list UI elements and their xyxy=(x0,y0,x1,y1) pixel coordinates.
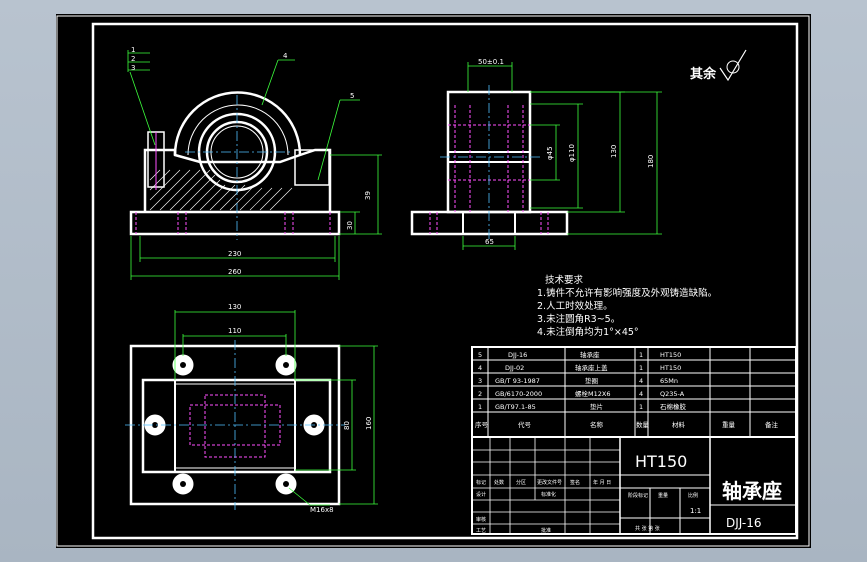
surface-note-label: 其余 xyxy=(690,66,717,82)
balloon-1: 1 xyxy=(131,46,135,54)
tech-item-4: 4.未注倒角均为1°×45° xyxy=(537,326,639,338)
bom-row-4-material: Q235-A xyxy=(660,390,685,398)
bom-row-2-code: DJJ-02 xyxy=(505,364,524,372)
bom-row-5-name: 垫片 xyxy=(590,402,603,411)
dim-260: 260 xyxy=(228,268,241,276)
bom-row-1-material: HT150 xyxy=(660,351,681,359)
bom-row-2-qty: 1 xyxy=(639,364,643,372)
tb-label-4: 签名 xyxy=(570,479,580,486)
tb-sheet: 共 张 第 张 xyxy=(635,525,660,532)
dim-39: 39 xyxy=(364,191,372,200)
title-material: HT150 xyxy=(635,452,687,471)
tb-weight: 重量 xyxy=(658,492,668,499)
bom-row-5-code: GB/T97.1-85 xyxy=(495,403,536,411)
title-drawing-no: DJJ-16 xyxy=(726,516,762,530)
thread-label: M16x8 xyxy=(310,506,334,514)
tb-label-3: 更改文件号 xyxy=(537,479,562,486)
tech-item-2: 2.人工时效处理。 xyxy=(537,300,613,312)
front-view xyxy=(129,91,341,240)
tb-scale-label: 比例 xyxy=(688,492,698,499)
tb-row2-0: 设计 xyxy=(476,491,486,498)
bom-row-5-no: 1 xyxy=(478,403,482,411)
bom-header-remark: 备注 xyxy=(765,420,779,429)
bom-header-name: 名称 xyxy=(590,420,604,429)
bom-row-1-no: 5 xyxy=(478,351,482,359)
roughness-symbol-icon xyxy=(719,49,747,82)
top-view-labels: 130 110 80 160 M16x8 xyxy=(228,303,373,514)
side-view xyxy=(410,85,569,240)
bom-row-2-name: 轴承座上盖 xyxy=(575,363,608,372)
bom-row-3-qty: 4 xyxy=(639,377,643,385)
bom-text: 5 DJJ-16 轴承座 1 HT150 4 DJJ-02 轴承座上盖 1 HT… xyxy=(475,350,779,429)
dim-180: 180 xyxy=(647,155,655,168)
bom-row-1-code: DJJ-16 xyxy=(508,351,527,359)
title-scale: 1:1 xyxy=(690,507,701,515)
bom-row-4-name: 螺栓M12X6 xyxy=(575,389,610,398)
bom-row-5-material: 石棉橡胶 xyxy=(660,402,687,411)
dim-230: 230 xyxy=(228,250,241,258)
bom-row-4-qty: 4 xyxy=(639,390,643,398)
bom-header-weight: 重量 xyxy=(722,421,736,429)
front-view-dimensions xyxy=(127,50,382,280)
bom-row-2-material: HT150 xyxy=(660,364,681,372)
top-view xyxy=(125,340,345,510)
outer-frame xyxy=(56,15,810,547)
balloon-3: 3 xyxy=(131,64,135,72)
bom-header-qty: 数量 xyxy=(636,420,650,429)
side-view-dimensions xyxy=(462,62,662,250)
bom-row-2-no: 4 xyxy=(478,364,482,372)
tb-label-5: 年 月 日 xyxy=(593,479,611,486)
bom-row-1-qty: 1 xyxy=(639,351,643,359)
dim-30: 30 xyxy=(346,221,354,230)
dim-phi45: φ45 xyxy=(546,146,554,160)
dim-top-160: 160 xyxy=(365,417,373,430)
bom-row-3-material: 65Mn xyxy=(660,377,678,385)
dim-65: 65 xyxy=(485,238,494,246)
tech-title: 技术要求 xyxy=(545,274,584,286)
cad-viewport[interactable]: 1 2 3 4 5 230 260 39 30 50±0.1 φ45 φ110 … xyxy=(56,14,811,548)
tech-item-3: 3.未注圆角R3~5。 xyxy=(537,313,620,325)
bom-row-4-code: GB/6170-2000 xyxy=(495,390,542,398)
bom-header-no: 序号 xyxy=(475,420,489,429)
tb-stage: 阶段标记 xyxy=(628,492,648,499)
tb-bottom-1: 工艺 xyxy=(476,528,486,534)
bom-row-1-name: 轴承座 xyxy=(580,350,600,359)
dim-top-80: 80 xyxy=(343,421,351,430)
bom-row-3-name: 垫圈 xyxy=(585,376,598,385)
drawing-canvas: 1 2 3 4 5 230 260 39 30 50±0.1 φ45 φ110 … xyxy=(56,15,810,547)
bom-row-5-qty: 1 xyxy=(639,403,643,411)
bom-row-3-code: GB/T 93-1987 xyxy=(495,377,540,385)
dim-50: 50±0.1 xyxy=(478,58,504,66)
bom-row-3-no: 3 xyxy=(478,377,482,385)
dim-130: 130 xyxy=(610,145,618,158)
balloon-5: 5 xyxy=(350,92,354,100)
title-block-text: HT150 轴承座 DJJ-16 1:1 标记 处数 分区 更改文件号 签名 年… xyxy=(476,452,782,534)
dim-top-110: 110 xyxy=(228,327,241,335)
tb-label-2: 分区 xyxy=(516,479,526,486)
bom-row-4-no: 2 xyxy=(478,390,482,398)
tech-requirements: 技术要求 1.铸件不允许有影响强度及外观铸造缺陷。 2.人工时效处理。 3.未注… xyxy=(537,274,717,338)
dim-top-130: 130 xyxy=(228,303,241,311)
tech-item-1: 1.铸件不允许有影响强度及外观铸造缺陷。 xyxy=(537,287,717,299)
tb-bottom-0: 审核 xyxy=(476,516,486,523)
tb-row2-1: 标准化 xyxy=(541,491,556,498)
inner-frame xyxy=(91,22,799,540)
bom-header-material: 材料 xyxy=(672,420,686,429)
bom-header-code: 代号 xyxy=(518,420,532,429)
dim-phi110: φ110 xyxy=(568,144,576,162)
title-part-name: 轴承座 xyxy=(722,479,782,503)
balloon-2: 2 xyxy=(131,55,135,63)
tb-bottom-2: 批准 xyxy=(541,527,551,534)
tb-label-1: 处数 xyxy=(494,479,504,486)
surface-note: 其余 xyxy=(690,49,747,82)
tb-label-0: 标记 xyxy=(476,479,486,486)
balloon-4: 4 xyxy=(283,52,288,60)
